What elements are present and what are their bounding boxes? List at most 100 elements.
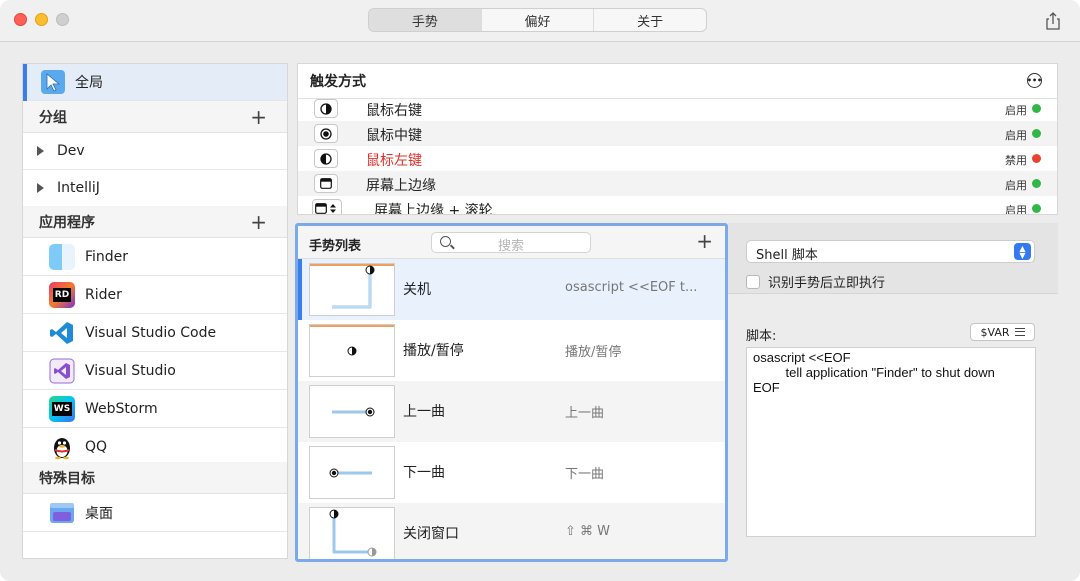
- close-window-button[interactable]: [14, 13, 27, 26]
- tab-preferences[interactable]: 偏好: [482, 9, 595, 31]
- groups-section-header: 分组 +: [23, 101, 287, 133]
- visual-studio-icon: [49, 358, 75, 383]
- add-group-button[interactable]: +: [250, 105, 267, 129]
- section-title: 特殊目标: [39, 470, 95, 487]
- tab-gestures[interactable]: 手势: [369, 9, 482, 31]
- execute-immediately-checkbox[interactable]: [746, 274, 760, 289]
- finder-icon: [49, 243, 75, 270]
- sidebar-item-label: Finder: [85, 248, 129, 265]
- gesture-thumbnail: [309, 263, 395, 316]
- status-dot-icon: [1032, 129, 1041, 138]
- sidebar-item-label: Visual Studio: [85, 362, 176, 379]
- special-targets-section-header: 特殊目标: [23, 462, 287, 494]
- section-title: 应用程序: [39, 214, 95, 231]
- script-editor[interactable]: osascript <<EOF tell application "Finder…: [746, 347, 1036, 537]
- share-icon[interactable]: [1046, 12, 1060, 30]
- webstorm-icon: WS: [49, 395, 75, 422]
- sidebar-item-qq[interactable]: QQ: [23, 428, 287, 466]
- gesture-list-header: 手势列表 搜索 +: [298, 226, 725, 259]
- status-dot-icon: [1032, 204, 1041, 213]
- trigger-label: 鼠标中键: [366, 128, 422, 144]
- status-dot-icon: [1032, 154, 1041, 163]
- trigger-panel: 触发方式 ••• 鼠标右键 启用 鼠标中键 启用 鼠标左键 禁用 屏幕上边缘 启…: [297, 63, 1058, 215]
- selection-indicator: [298, 259, 302, 320]
- tab-about[interactable]: 关于: [594, 9, 706, 31]
- gesture-command: ⇧ ⌘ W: [565, 524, 611, 539]
- sidebar-item-desktop[interactable]: 桌面: [23, 494, 287, 532]
- gesture-list-title: 手势列表: [309, 239, 362, 254]
- trigger-status: 启用: [1005, 129, 1027, 142]
- sidebar-item-dev[interactable]: Dev: [23, 133, 287, 170]
- trigger-row[interactable]: 屏幕上边缘 启用: [298, 171, 1057, 196]
- list-icon: [1014, 328, 1025, 336]
- trigger-status: 启用: [1005, 179, 1027, 192]
- sidebar-item-label: IntelliJ: [57, 180, 100, 196]
- sidebar-item-label: Dev: [57, 143, 85, 159]
- gesture-row[interactable]: 关闭窗口 ⇧ ⌘ W: [298, 503, 725, 559]
- gesture-command: osascript <<EOF t...: [565, 280, 698, 295]
- section-title: 分组: [39, 109, 67, 126]
- selection-indicator: [23, 64, 27, 101]
- insert-variable-label: $VAR: [980, 325, 1010, 339]
- search-icon: [440, 236, 451, 247]
- trigger-row[interactable]: 鼠标左键 禁用: [298, 146, 1057, 171]
- sidebar-item-label: 全局: [75, 75, 103, 91]
- app-window: 手势 偏好 关于 全局 分组 + Dev IntelliJ 应用程序 + Fin…: [0, 0, 1080, 581]
- sidebar-item-visual-studio[interactable]: Visual Studio: [23, 352, 287, 390]
- trigger-panel-header: 触发方式 •••: [298, 64, 1057, 99]
- gesture-row[interactable]: 下一曲 下一曲: [298, 442, 725, 503]
- sidebar-item-vscode[interactable]: Visual Studio Code: [23, 314, 287, 352]
- disclosure-triangle-icon[interactable]: [37, 183, 44, 193]
- sidebar-item-rider[interactable]: RD Rider: [23, 276, 287, 314]
- gesture-row[interactable]: 播放/暂停 播放/暂停: [298, 320, 725, 381]
- more-options-icon[interactable]: •••: [1027, 73, 1042, 88]
- add-gesture-button[interactable]: +: [696, 229, 713, 253]
- trigger-row[interactable]: 鼠标中键 启用: [298, 121, 1057, 146]
- trigger-label: 鼠标右键: [366, 103, 422, 119]
- action-detail-panel: Shell 脚本 ▲ ▼ 识别手势后立即执行 脚本: $VAR osascript…: [728, 223, 1058, 560]
- middle-click-icon: [314, 124, 338, 143]
- gesture-name: 关机: [403, 282, 431, 298]
- screen-top-edge-icon: [314, 174, 338, 193]
- sidebar-item-intellij[interactable]: IntelliJ: [23, 170, 287, 207]
- sidebar-item-label: Rider: [85, 286, 122, 303]
- zoom-window-button[interactable]: [56, 13, 69, 26]
- trigger-row[interactable]: 鼠标右键 启用: [298, 96, 1057, 121]
- search-placeholder: 搜索: [498, 239, 525, 254]
- trigger-panel-title: 触发方式: [310, 74, 366, 90]
- trigger-label: 鼠标左键: [366, 153, 422, 169]
- action-type-value: Shell 脚本: [756, 248, 818, 263]
- gesture-thumbnail: [309, 324, 395, 377]
- disclosure-triangle-icon[interactable]: [37, 146, 44, 156]
- minimize-window-button[interactable]: [35, 13, 48, 26]
- insert-variable-button[interactable]: $VAR: [970, 323, 1035, 341]
- sidebar-item-finder[interactable]: Finder: [23, 238, 287, 276]
- sidebar-item-global[interactable]: 全局: [23, 64, 287, 101]
- sidebar-item-label: 桌面: [85, 505, 113, 522]
- qq-icon: [54, 437, 70, 459]
- gesture-name: 关闭窗口: [403, 526, 459, 542]
- add-app-button[interactable]: +: [250, 210, 267, 234]
- gesture-thumbnail: [309, 385, 395, 438]
- trigger-label: 屏幕上边缘 + 滚轮: [374, 203, 493, 215]
- execute-immediately-row[interactable]: 识别手势后立即执行: [746, 272, 885, 291]
- trigger-status: 禁用: [1005, 154, 1027, 167]
- global-cursor-icon: [41, 70, 65, 94]
- sidebar-item-label: WebStorm: [85, 400, 158, 417]
- desktop-icon: [50, 502, 74, 523]
- sidebar-item-label: Visual Studio Code: [85, 324, 217, 341]
- sidebar-item-label: QQ: [85, 438, 108, 455]
- status-dot-icon: [1032, 179, 1041, 188]
- action-type-select[interactable]: Shell 脚本 ▲ ▼: [746, 240, 1035, 263]
- search-input[interactable]: 搜索: [431, 232, 591, 254]
- sidebar-item-webstorm[interactable]: WS WebStorm: [23, 390, 287, 428]
- gesture-list-panel: 手势列表 搜索 + 关机 osascript <<EOF t... 播放/暂停 …: [295, 223, 728, 562]
- gesture-row[interactable]: 上一曲 上一曲: [298, 381, 725, 442]
- gesture-row[interactable]: 关机 osascript <<EOF t...: [298, 259, 725, 320]
- screen-top-edge-scroll-icon: [312, 199, 342, 214]
- script-label: 脚本:: [746, 329, 777, 344]
- rider-icon: RD: [49, 281, 75, 308]
- trigger-row[interactable]: 屏幕上边缘 + 滚轮 启用: [298, 196, 1057, 215]
- gesture-command: 播放/暂停: [565, 345, 622, 360]
- execute-immediately-label: 识别手势后立即执行: [768, 276, 886, 291]
